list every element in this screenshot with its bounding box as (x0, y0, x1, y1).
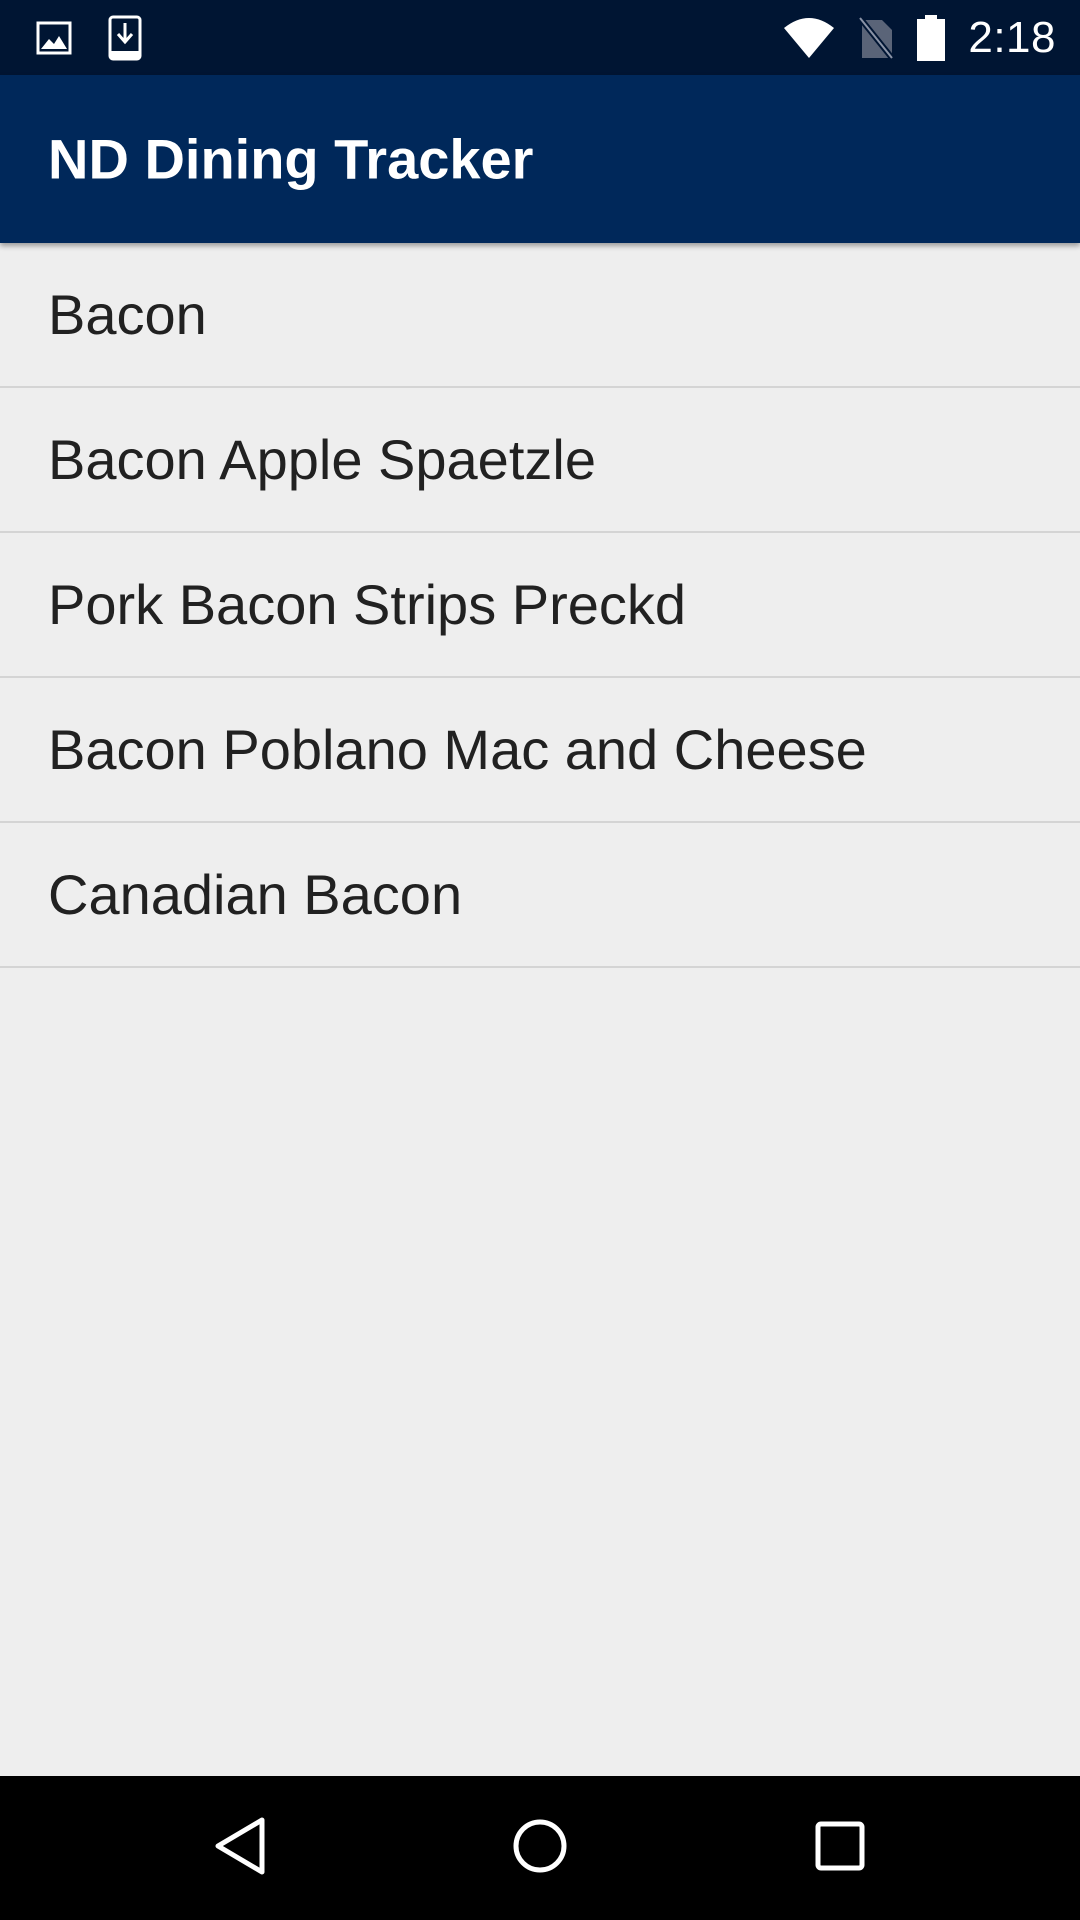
list-item-label: Bacon Apple Spaetzle (48, 428, 596, 491)
list-item-label: Pork Bacon Strips Preckd (48, 573, 687, 636)
wifi-icon (782, 16, 836, 60)
back-button[interactable] (204, 1812, 276, 1884)
list-item-label: Canadian Bacon (48, 863, 463, 926)
status-bar-system: 2:18 (782, 10, 1056, 66)
list-item[interactable]: Bacon Poblano Mac and Cheese (0, 678, 1080, 823)
list-item[interactable]: Pork Bacon Strips Preckd (0, 533, 1080, 678)
recents-button[interactable] (804, 1812, 876, 1884)
recents-icon (814, 1820, 866, 1877)
food-list: Bacon Bacon Apple Spaetzle Pork Bacon St… (0, 243, 1080, 968)
list-item-label: Bacon Poblano Mac and Cheese (48, 718, 867, 781)
status-bar-notifications (36, 14, 142, 62)
app-title: ND Dining Tracker (48, 127, 534, 191)
status-bar: 2:18 (0, 0, 1080, 75)
home-icon (512, 1818, 568, 1879)
image-notification-icon (36, 20, 72, 56)
navigation-bar (0, 1776, 1080, 1920)
no-sim-icon (858, 16, 895, 60)
back-icon (212, 1816, 268, 1881)
status-time: 2:18 (968, 13, 1056, 62)
list-item-label: Bacon (48, 283, 207, 346)
screen: 2:18 ND Dining Tracker Bacon Bacon Apple… (0, 0, 1080, 1920)
battery-icon (916, 15, 946, 61)
list-item[interactable]: Bacon (0, 243, 1080, 388)
app-bar: ND Dining Tracker (0, 75, 1080, 243)
list-item[interactable]: Bacon Apple Spaetzle (0, 388, 1080, 533)
home-button[interactable] (504, 1812, 576, 1884)
list-item[interactable]: Canadian Bacon (0, 823, 1080, 968)
download-notification-icon (108, 15, 142, 61)
